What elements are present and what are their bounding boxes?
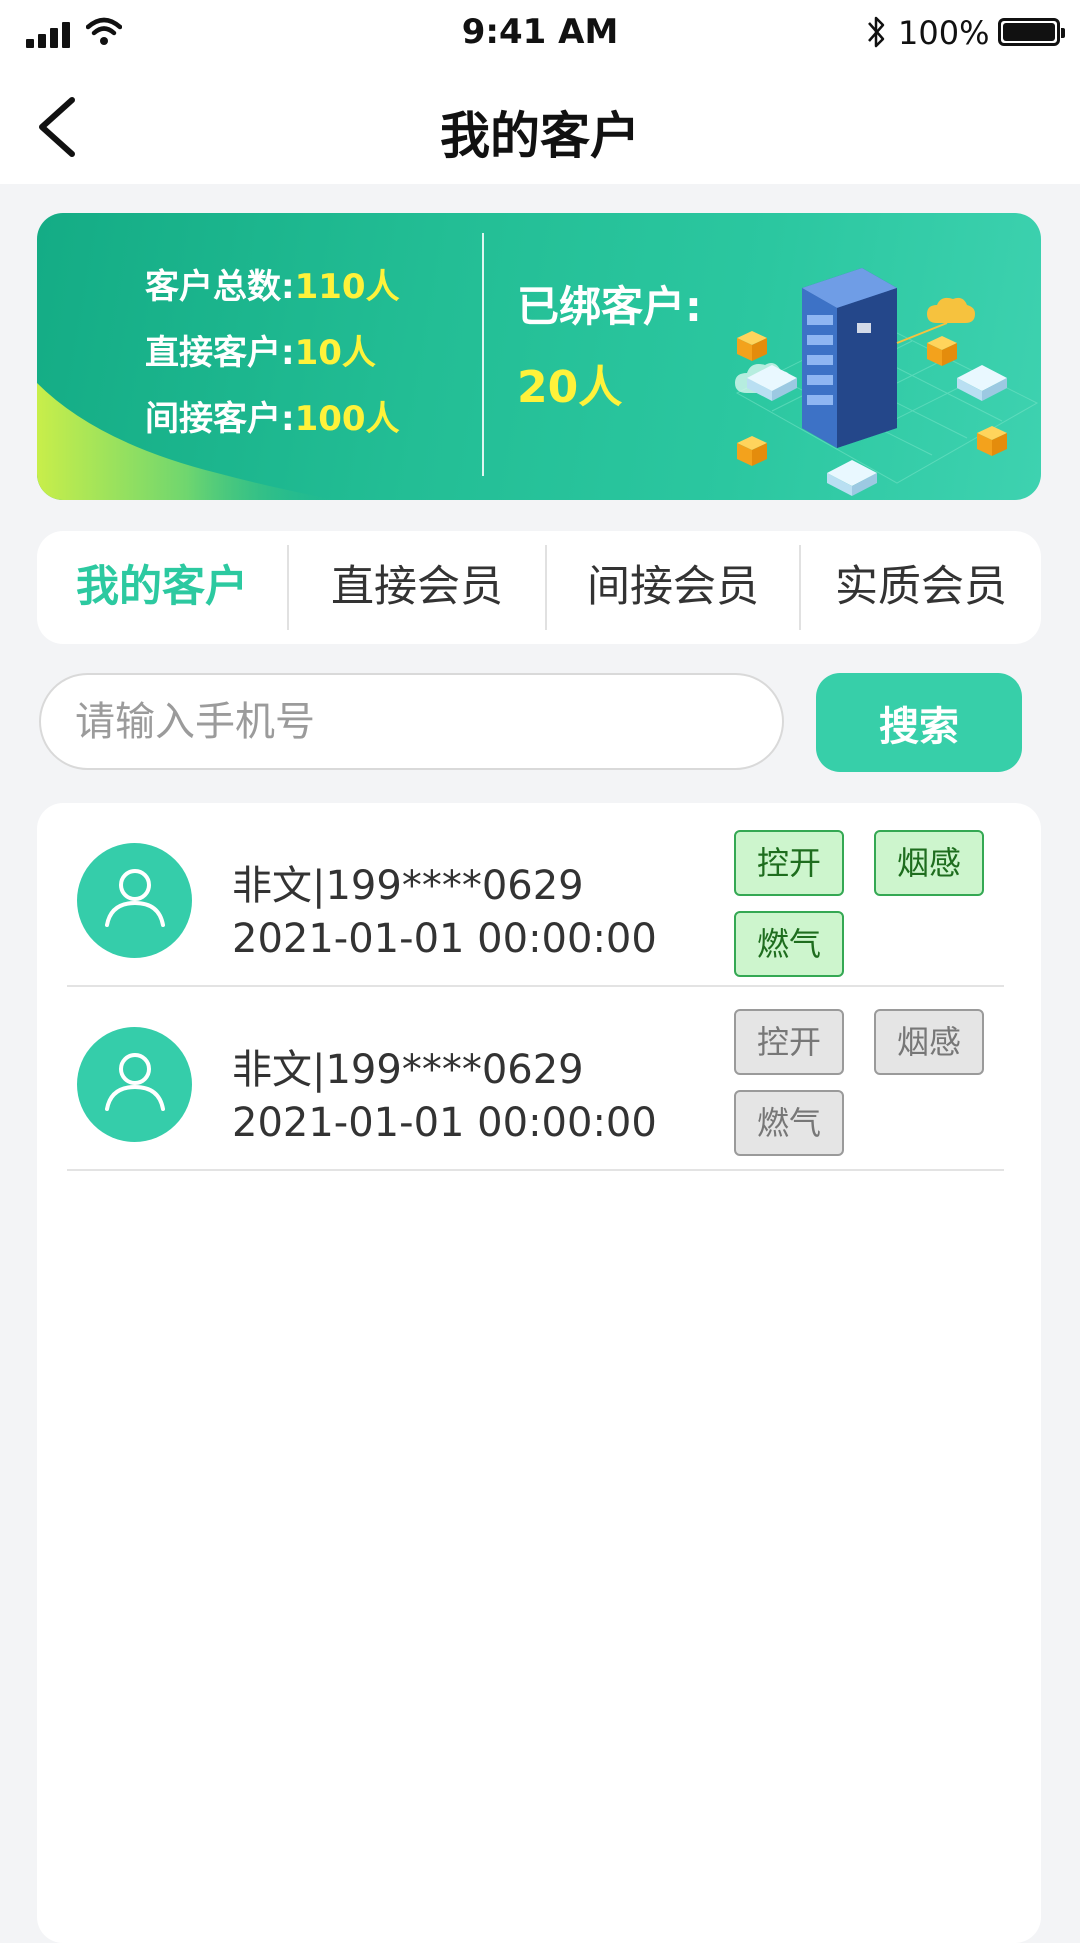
customer-name-phone: 非文|199****0629	[232, 1047, 584, 1093]
phone-search-input[interactable]	[39, 673, 784, 770]
summary-banner: 客户总数:110人 直接客户:10人 间接客户:100人 已绑客户: 20人	[37, 213, 1041, 500]
stat-total: 客户总数:110人	[145, 267, 400, 307]
tag-control-switch[interactable]: 控开	[734, 1009, 844, 1075]
battery-icon	[998, 18, 1065, 46]
page-title: 我的客户	[440, 107, 640, 165]
tab-substantive-members[interactable]: 实质会员	[801, 531, 1041, 644]
tag-smoke-sensor[interactable]: 烟感	[874, 1009, 984, 1075]
user-icon	[105, 1053, 165, 1111]
status-bar: 9:41 AM 100%	[0, 0, 1080, 66]
bluetooth-icon	[868, 16, 885, 48]
stat-indirect: 间接客户:100人	[145, 399, 400, 439]
tag-gas[interactable]: 燃气	[734, 1090, 844, 1156]
tag-control-switch[interactable]: 控开	[734, 830, 844, 896]
stat-indirect-value: 100人	[294, 399, 400, 439]
tab-direct-members[interactable]: 直接会员	[289, 531, 545, 644]
customer-list: 非文|199****0629 2021-01-01 00:00:00 控开 烟感…	[37, 803, 1041, 1943]
banner-divider	[482, 233, 484, 476]
bound-customers-label: 已绑客户:	[517, 282, 702, 331]
battery-percent: 100%	[898, 14, 990, 52]
list-item[interactable]: 非文|199****0629 2021-01-01 00:00:00 控开 烟感…	[67, 987, 1004, 1171]
server-illustration-icon	[735, 268, 1039, 496]
tag-gas[interactable]: 燃气	[734, 911, 844, 977]
user-icon	[105, 869, 165, 927]
bound-customers-value: 20人	[517, 362, 623, 413]
avatar	[77, 1027, 192, 1142]
search-button[interactable]: 搜索	[816, 673, 1022, 772]
customer-datetime: 2021-01-01 00:00:00	[232, 916, 657, 962]
customer-stats: 客户总数:110人 直接客户:10人 间接客户:100人	[145, 267, 400, 465]
customer-tabs: 我的客户 直接会员 间接会员 实质会员	[37, 531, 1041, 644]
customer-name-phone: 非文|199****0629	[232, 863, 584, 909]
customer-datetime: 2021-01-01 00:00:00	[232, 1100, 657, 1146]
stat-direct: 直接客户:10人	[145, 333, 376, 373]
tab-my-customers[interactable]: 我的客户	[37, 531, 287, 644]
tab-indirect-members[interactable]: 间接会员	[547, 531, 799, 644]
stat-direct-value: 10人	[294, 333, 376, 373]
avatar	[77, 843, 192, 958]
list-item[interactable]: 非文|199****0629 2021-01-01 00:00:00 控开 烟感…	[67, 803, 1004, 987]
stat-total-value: 110人	[294, 267, 400, 307]
nav-bar: 我的客户	[0, 66, 1080, 184]
tag-smoke-sensor[interactable]: 烟感	[874, 830, 984, 896]
